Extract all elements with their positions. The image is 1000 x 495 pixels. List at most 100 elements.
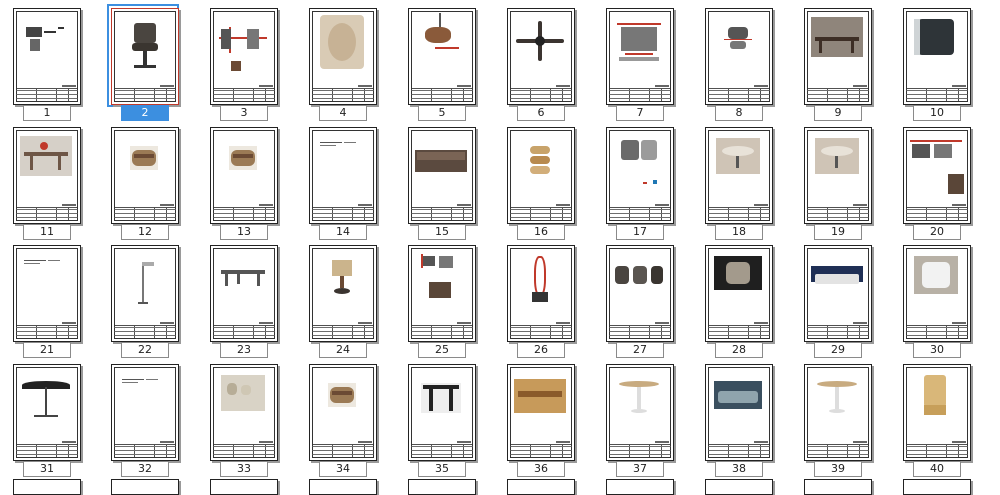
page-preview[interactable] bbox=[507, 8, 575, 105]
page-thumbnail-4[interactable]: 4 bbox=[296, 4, 394, 122]
page-preview[interactable] bbox=[804, 364, 872, 461]
page-thumbnail-25[interactable]: 25 bbox=[395, 241, 493, 359]
page-thumbnail-26[interactable]: 26 bbox=[494, 241, 592, 359]
page-preview[interactable] bbox=[13, 245, 81, 342]
page-number-label[interactable]: 11 bbox=[23, 224, 71, 240]
page-preview[interactable] bbox=[309, 364, 377, 461]
page-preview[interactable] bbox=[13, 8, 81, 105]
page-number-label[interactable]: 21 bbox=[23, 342, 71, 358]
page-preview[interactable] bbox=[210, 127, 278, 224]
page-thumbnail-9[interactable]: 9 bbox=[791, 4, 889, 122]
page-preview[interactable] bbox=[804, 245, 872, 342]
page-number-label[interactable]: 12 bbox=[121, 224, 169, 240]
page-number-label[interactable]: 17 bbox=[616, 224, 664, 240]
page-preview[interactable] bbox=[408, 364, 476, 461]
page-thumbnail-24[interactable]: 24 bbox=[296, 241, 394, 359]
page-number-label[interactable]: 1 bbox=[23, 105, 71, 121]
page-number-label[interactable]: 22 bbox=[121, 342, 169, 358]
page-thumbnail-partial[interactable] bbox=[705, 479, 773, 495]
page-number-label[interactable]: 25 bbox=[418, 342, 466, 358]
page-number-label[interactable]: 35 bbox=[418, 461, 466, 477]
page-preview[interactable] bbox=[408, 8, 476, 105]
page-thumbnail-10[interactable]: 10 bbox=[890, 4, 988, 122]
page-preview[interactable] bbox=[309, 8, 377, 105]
page-preview[interactable] bbox=[903, 364, 971, 461]
page-preview[interactable] bbox=[705, 8, 773, 105]
page-thumbnail-32[interactable]: 32 bbox=[98, 360, 196, 478]
page-thumbnail-38[interactable]: 38 bbox=[692, 360, 790, 478]
page-thumbnail-partial[interactable] bbox=[903, 479, 971, 495]
page-thumbnail-7[interactable]: 7 bbox=[593, 4, 691, 122]
page-number-label[interactable]: 33 bbox=[220, 461, 268, 477]
page-preview[interactable] bbox=[13, 364, 81, 461]
page-number-label[interactable]: 28 bbox=[715, 342, 763, 358]
page-thumbnail-29[interactable]: 29 bbox=[791, 241, 889, 359]
page-number-label[interactable]: 34 bbox=[319, 461, 367, 477]
page-thumbnail-17[interactable]: 17 bbox=[593, 123, 691, 241]
page-thumbnail-partial[interactable] bbox=[111, 479, 179, 495]
page-number-label[interactable]: 8 bbox=[715, 105, 763, 121]
page-thumbnail-37[interactable]: 37 bbox=[593, 360, 691, 478]
page-preview[interactable] bbox=[408, 127, 476, 224]
page-number-label[interactable]: 24 bbox=[319, 342, 367, 358]
page-thumbnail-34[interactable]: 34 bbox=[296, 360, 394, 478]
page-number-label[interactable]: 6 bbox=[517, 105, 565, 121]
page-number-label[interactable]: 15 bbox=[418, 224, 466, 240]
page-preview[interactable] bbox=[705, 245, 773, 342]
page-preview[interactable] bbox=[606, 8, 674, 105]
page-number-label[interactable]: 7 bbox=[616, 105, 664, 121]
page-preview[interactable] bbox=[111, 8, 179, 105]
page-preview[interactable] bbox=[804, 8, 872, 105]
page-number-label[interactable]: 40 bbox=[913, 461, 961, 477]
page-number-label[interactable]: 5 bbox=[418, 105, 466, 121]
page-thumbnail-3[interactable]: 3 bbox=[197, 4, 295, 122]
page-preview[interactable] bbox=[903, 8, 971, 105]
page-number-label[interactable]: 2 bbox=[121, 105, 169, 121]
page-number-label[interactable]: 4 bbox=[319, 105, 367, 121]
page-thumbnail-14[interactable]: 14 bbox=[296, 123, 394, 241]
page-preview[interactable] bbox=[507, 245, 575, 342]
page-number-label[interactable]: 37 bbox=[616, 461, 664, 477]
page-thumbnail-23[interactable]: 23 bbox=[197, 241, 295, 359]
page-number-label[interactable]: 32 bbox=[121, 461, 169, 477]
page-thumbnail-19[interactable]: 19 bbox=[791, 123, 889, 241]
page-thumbnail-39[interactable]: 39 bbox=[791, 360, 889, 478]
page-thumbnail-27[interactable]: 27 bbox=[593, 241, 691, 359]
page-number-label[interactable]: 39 bbox=[814, 461, 862, 477]
page-thumbnail-partial[interactable] bbox=[606, 479, 674, 495]
page-number-label[interactable]: 3 bbox=[220, 105, 268, 121]
page-thumbnail-13[interactable]: 13 bbox=[197, 123, 295, 241]
page-number-label[interactable]: 29 bbox=[814, 342, 862, 358]
page-thumbnail-31[interactable]: 31 bbox=[0, 360, 98, 478]
page-preview[interactable] bbox=[309, 245, 377, 342]
page-thumbnail-16[interactable]: 16 bbox=[494, 123, 592, 241]
page-preview[interactable] bbox=[606, 127, 674, 224]
page-number-label[interactable]: 14 bbox=[319, 224, 367, 240]
page-thumbnail-20[interactable]: 20 bbox=[890, 123, 988, 241]
page-number-label[interactable]: 9 bbox=[814, 105, 862, 121]
page-preview[interactable] bbox=[210, 8, 278, 105]
page-number-label[interactable]: 19 bbox=[814, 224, 862, 240]
page-preview[interactable] bbox=[111, 245, 179, 342]
page-preview[interactable] bbox=[507, 364, 575, 461]
page-thumbnail-11[interactable]: 11 bbox=[0, 123, 98, 241]
page-number-label[interactable]: 31 bbox=[23, 461, 71, 477]
page-number-label[interactable]: 36 bbox=[517, 461, 565, 477]
page-thumbnail-8[interactable]: 8 bbox=[692, 4, 790, 122]
page-thumbnail-22[interactable]: 22 bbox=[98, 241, 196, 359]
page-preview[interactable] bbox=[507, 127, 575, 224]
page-number-label[interactable]: 18 bbox=[715, 224, 763, 240]
page-thumbnail-36[interactable]: 36 bbox=[494, 360, 592, 478]
page-number-label[interactable]: 30 bbox=[913, 342, 961, 358]
page-preview[interactable] bbox=[111, 364, 179, 461]
page-number-label[interactable]: 27 bbox=[616, 342, 664, 358]
page-thumbnail-12[interactable]: 12 bbox=[98, 123, 196, 241]
page-preview[interactable] bbox=[408, 245, 476, 342]
page-preview[interactable] bbox=[705, 364, 773, 461]
page-number-label[interactable]: 13 bbox=[220, 224, 268, 240]
page-preview[interactable] bbox=[804, 127, 872, 224]
page-number-label[interactable]: 26 bbox=[517, 342, 565, 358]
page-thumbnail-18[interactable]: 18 bbox=[692, 123, 790, 241]
page-thumbnail-partial[interactable] bbox=[13, 479, 81, 495]
page-thumbnail-1[interactable]: 1 bbox=[0, 4, 98, 122]
